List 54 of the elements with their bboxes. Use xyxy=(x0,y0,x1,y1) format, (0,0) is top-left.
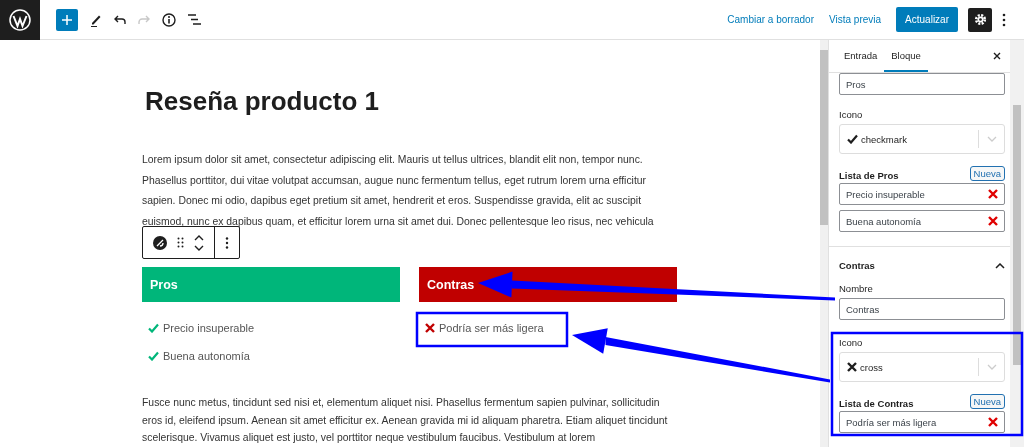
field-label: Icono xyxy=(839,109,864,120)
gear-icon xyxy=(973,13,987,26)
list-view-icon[interactable] xyxy=(188,14,201,25)
text-field[interactable]: Podría ser más ligera xyxy=(839,411,1005,433)
paragraph[interactable]: Lorem ipsum dolor sit amet, consectetur adipiscing elit. Mauris ut tellus ultrices, blandit elit non, tempor nunc. Phasellus porttitor, dui vitae volutpat accumsan, augue nunc fermentum tellus, eget rutrum lorem urna efficitur sapien. Donec mi odio, dapibus eget pretium sit amet, hendrerit et eros. Suspendisse gravida, elit ac suscipit euismod, nunc ex dapibus quam, et efficitur lorem urna sit amet dui. Donec pellentesque leo risus, nec vehicula xyxy=(142,150,677,232)
column-heading: Pros xyxy=(142,267,400,302)
more-options-icon[interactable] xyxy=(225,236,229,249)
text-field[interactable]: Buena autonomía xyxy=(839,210,1005,232)
checkmark-icon xyxy=(148,323,159,333)
text-field[interactable]: Pros xyxy=(839,73,1005,95)
info-icon[interactable] xyxy=(162,12,176,27)
settings-button[interactable] xyxy=(968,7,992,32)
sidebar-tab[interactable]: Entrada xyxy=(837,40,885,72)
list-item-text: Podría ser más ligera xyxy=(439,322,544,334)
list-label: Lista de Contras xyxy=(839,398,914,409)
remove-icon[interactable] xyxy=(988,417,998,427)
remove-icon[interactable] xyxy=(988,216,998,226)
toolbar-link[interactable]: Vista previa xyxy=(829,14,882,25)
wordpress-logo[interactable] xyxy=(0,0,40,40)
block-type-icon[interactable] xyxy=(153,235,167,250)
scrollbar[interactable] xyxy=(1010,40,1024,447)
update-button[interactable]: Actualizar xyxy=(896,7,958,32)
more-options-icon[interactable] xyxy=(1002,12,1006,27)
sidebar-tab[interactable]: Bloque xyxy=(884,40,928,72)
toolbar-link[interactable]: Cambiar a borrador xyxy=(727,14,814,25)
plus-icon xyxy=(62,14,72,25)
close-icon[interactable] xyxy=(993,52,1001,60)
field-label: Icono xyxy=(839,337,864,348)
remove-icon[interactable] xyxy=(988,189,998,199)
text-field[interactable]: Contras xyxy=(839,298,1005,320)
list-item-text: Buena autonomía xyxy=(163,350,250,362)
list-label: Lista de Pros xyxy=(839,170,899,181)
move-up-down-icon[interactable] xyxy=(194,233,204,252)
scrollbar[interactable] xyxy=(820,40,828,447)
cross-icon xyxy=(425,323,435,333)
list-item-text: Precio insuperable xyxy=(163,322,255,334)
panel-title[interactable]: Contras xyxy=(839,260,875,271)
field-label: Nombre xyxy=(839,283,874,294)
text-field[interactable]: Precio insuperable xyxy=(839,183,1005,205)
undo-icon[interactable] xyxy=(114,14,126,25)
new-button[interactable]: Nueva xyxy=(969,166,1005,181)
checkmark-icon xyxy=(148,351,159,361)
icon-select[interactable]: checkmark xyxy=(839,124,1005,154)
chevron-down-icon xyxy=(987,364,997,370)
new-button[interactable]: Nueva xyxy=(969,394,1005,409)
paragraph[interactable]: Fusce nunc metus, tincidunt sed nisi et, elementum aliquet nisi. Phasellus fermentum sapien pulvinar, sollicitudin eros id, eleifend ipsum. Aenean sit amet efficitur ex. Aenean gravida mi id aliquam pharetra. Etiam aliquet tincidunt scelerisque. Vivamus aliquet est justo, vel porttitor neque vestibulum faucibus. Vestibulum at lorem xyxy=(142,394,677,447)
chevron-up-icon[interactable] xyxy=(995,262,1005,269)
post-title[interactable]: Reseña producto 1 xyxy=(145,84,677,118)
icon-select[interactable]: cross xyxy=(839,352,1005,382)
checkmark-icon xyxy=(847,134,858,144)
chevron-down-icon xyxy=(987,136,997,142)
add-block-button[interactable] xyxy=(56,8,78,31)
drag-handle-icon[interactable] xyxy=(177,237,184,248)
cross-icon xyxy=(847,362,857,372)
